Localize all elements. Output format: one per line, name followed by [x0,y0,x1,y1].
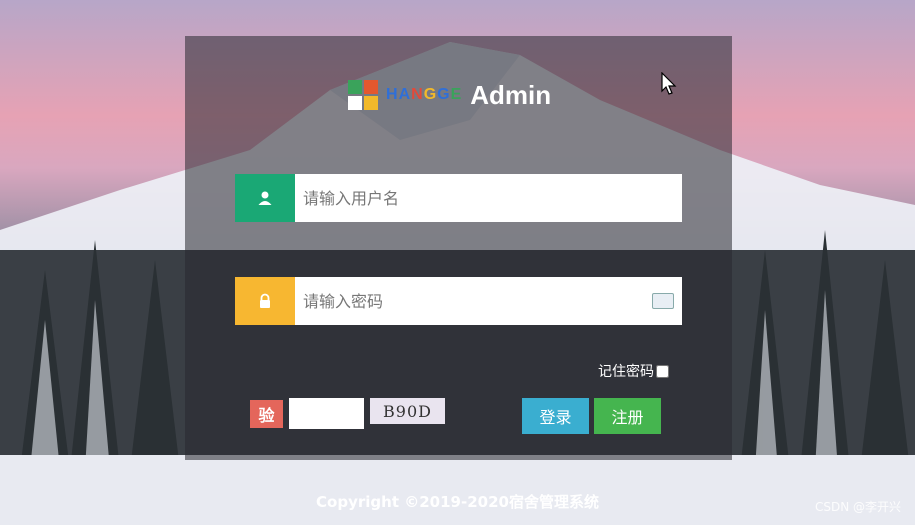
mouse-cursor-icon [661,72,677,95]
password-input[interactable] [295,277,682,325]
logo-brand-letter: N [411,86,424,103]
username-input[interactable] [295,174,682,222]
copyright-text: Copyright ©2019-2020宿舍管理系统 [316,493,599,511]
username-field[interactable] [235,174,682,222]
captcha-image[interactable]: B90D [370,398,445,424]
login-button[interactable]: 登录 [522,398,589,434]
logo-square [348,96,362,110]
logo-brand-letter: G [437,86,451,103]
logo-square [364,96,378,110]
logo-brand-letter: G [423,86,438,103]
logo-brand-text: HANGGE [386,86,462,104]
remember-password[interactable]: 记住密码 [598,361,669,381]
password-field[interactable] [235,277,682,325]
captcha-badge: 验 [250,400,283,428]
logo-square [348,80,362,94]
logo-brand-letter: E [450,86,463,103]
remember-label: 记住密码 [598,364,654,380]
logo-mark-icon [348,80,378,110]
keyboard-icon[interactable] [652,293,674,309]
logo-brand-letter: H [386,86,399,103]
remember-checkbox[interactable] [656,364,669,378]
register-button[interactable]: 注册 [594,398,661,434]
lock-icon [260,293,270,308]
logo-square [364,80,378,94]
logo: HANGGE Admin [348,80,551,110]
watermark-text: CSDN @李开兴 [814,500,901,514]
username-icon-box [235,174,295,222]
logo-title: Admin [470,79,552,110]
captcha-input[interactable] [289,398,364,429]
password-icon-box [235,277,295,325]
logo-brand-letter: A [398,86,412,103]
user-icon [258,191,272,205]
